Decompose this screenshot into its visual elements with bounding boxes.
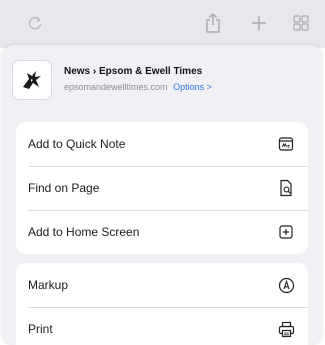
quick-note-icon	[276, 134, 296, 154]
site-subtitle: epsomandewelltimes.com Options >	[64, 82, 212, 92]
share-sheet: News › Epsom & Ewell Times epsomandewell…	[2, 45, 322, 345]
markup-icon	[276, 275, 296, 295]
action-add-to-quick-note[interactable]: Add to Quick Note	[16, 122, 308, 166]
action-print[interactable]: Print	[16, 307, 308, 345]
add-home-screen-icon	[276, 222, 296, 242]
print-icon	[276, 319, 296, 339]
action-label: Find on Page	[28, 181, 100, 195]
site-header: News › Epsom & Ewell Times epsomandewell…	[2, 45, 322, 111]
action-group-primary: Add to Quick Note Find on Page Add to Ho…	[16, 122, 308, 254]
grid-icon[interactable]	[288, 10, 314, 36]
browser-toolbar	[0, 0, 325, 48]
action-label: Add to Home Screen	[28, 225, 140, 239]
reload-icon[interactable]	[22, 10, 48, 36]
action-find-on-page[interactable]: Find on Page	[16, 166, 308, 210]
site-domain: epsomandewelltimes.com	[64, 82, 168, 92]
action-label: Add to Quick Note	[28, 137, 126, 151]
action-label: Markup	[28, 278, 69, 292]
plus-icon[interactable]	[246, 10, 272, 36]
action-label: Print	[28, 322, 53, 336]
share-icon[interactable]	[200, 10, 226, 36]
options-link[interactable]: Options >	[173, 82, 212, 92]
site-title: News › Epsom & Ewell Times	[64, 66, 203, 77]
action-add-to-home-screen[interactable]: Add to Home Screen	[16, 210, 308, 254]
action-markup[interactable]: Markup	[16, 263, 308, 307]
find-on-page-icon	[276, 178, 296, 198]
site-logo-icon	[12, 60, 52, 100]
action-group-secondary: Markup Print	[16, 263, 308, 345]
